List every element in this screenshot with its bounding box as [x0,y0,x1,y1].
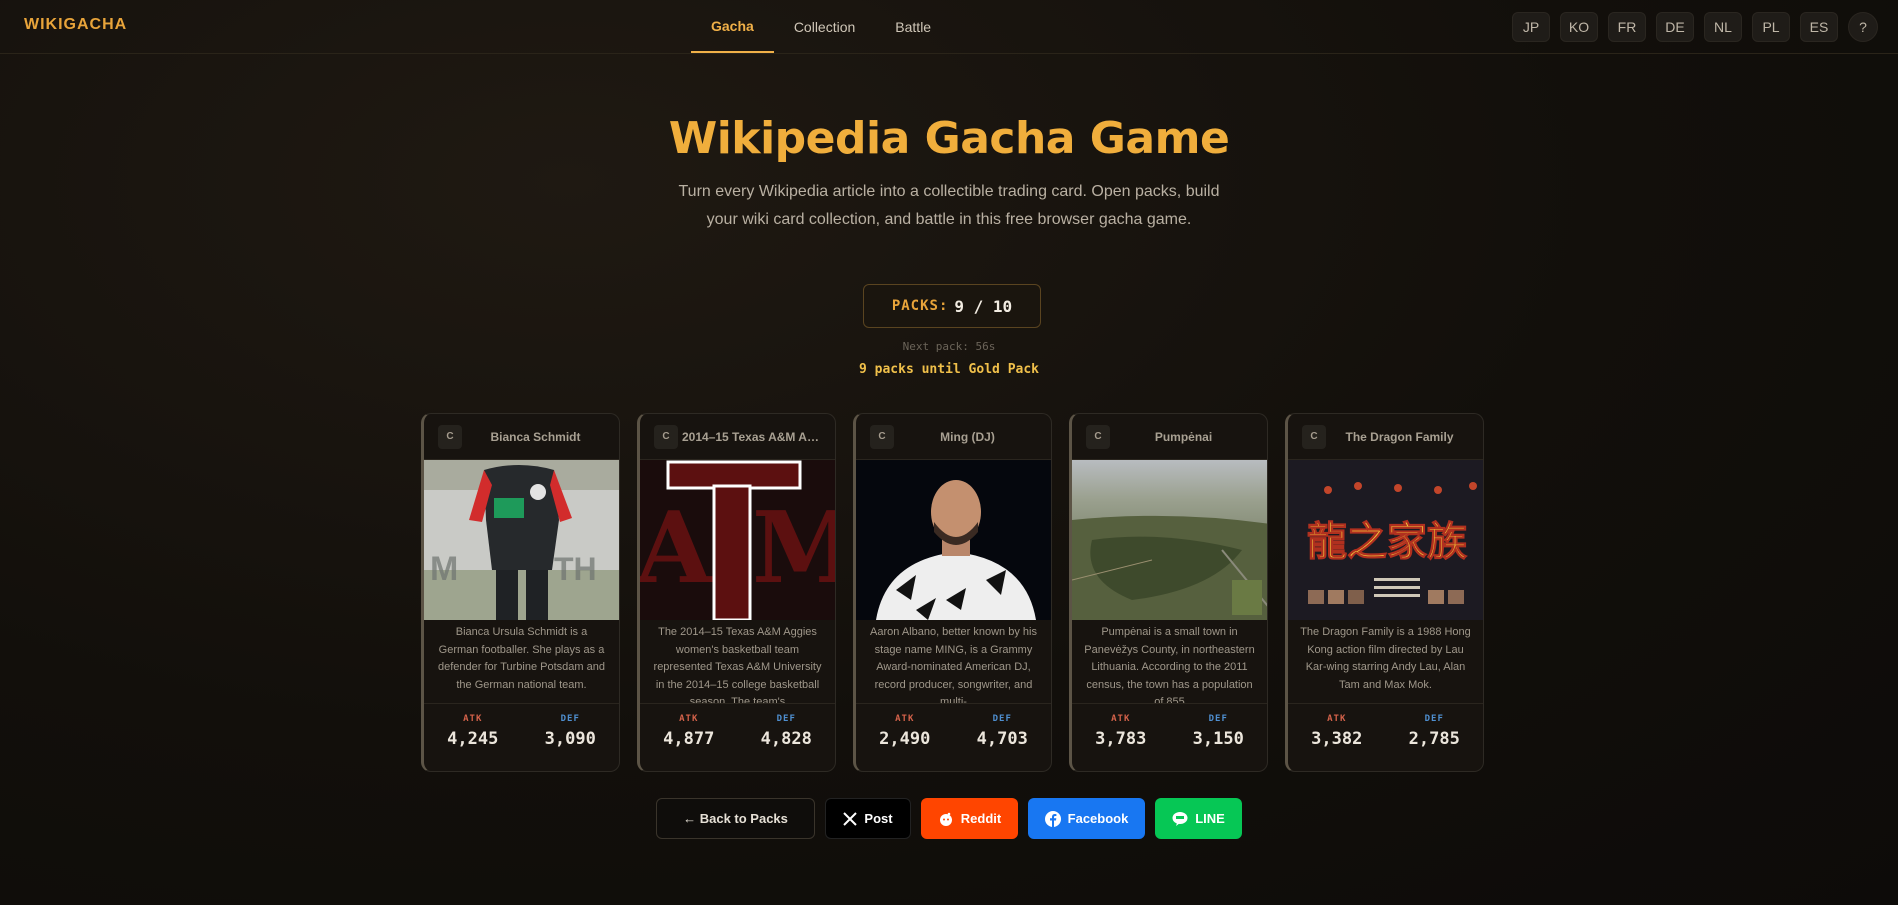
line-chat-icon [1172,811,1188,827]
svg-text:TH: TH [554,551,597,587]
atk-label: ATK [463,714,483,724]
card-pumpenai[interactable]: C Pumpėnai Pumpėnai is a small town in P… [1069,413,1268,772]
card-header: C The Dragon Family [1288,414,1483,460]
svg-text:A: A [640,491,714,606]
card-stats: ATK 3,783 DEF 3,150 [1072,704,1267,749]
tab-gacha[interactable]: Gacha [691,0,774,53]
card-row: C Bianca Schmidt M TH Bianca Ursula Schm… [421,413,1484,772]
atk-value: 2,490 [879,729,931,749]
rarity-badge: C [1086,424,1110,449]
card-image-dj-portrait [856,460,1051,620]
top-nav: WIKIGACHA Gacha Collection Battle JP KO … [0,0,1898,54]
card-description: Pumpėnai is a small town in Panevėžys Co… [1072,620,1267,704]
lang-nl-button[interactable]: NL [1704,12,1742,42]
atk-label: ATK [895,714,915,724]
lang-ko-button[interactable]: KO [1560,12,1598,42]
card-header: C 2014–15 Texas A&M Aggies women's baske… [640,414,835,460]
card-image-footballer: M TH [424,460,619,620]
card-title: The Dragon Family [1345,429,1454,444]
lang-es-button[interactable]: ES [1800,12,1838,42]
svg-text:M: M [752,491,835,606]
packs-count: 9 / 10 [954,296,1013,316]
card-description: The Dragon Family is a 1988 Hong Kong ac… [1288,620,1483,704]
tab-collection[interactable]: Collection [774,0,875,53]
card-title: 2014–15 Texas A&M Aggies women's basketb… [682,429,825,444]
atk-label: ATK [1111,714,1131,724]
card-description: Aaron Albano, better known by his stage … [856,620,1051,704]
rarity-badge: C [1302,424,1326,449]
share-line-button[interactable]: LINE [1155,798,1242,839]
page-title: Wikipedia Gacha Game [668,113,1230,164]
card-image-aerial-town [1072,460,1267,620]
card-description: The 2014–15 Texas A&M Aggies women's bas… [640,620,835,704]
rarity-badge: C [438,424,462,449]
gold-pack-countdown: 9 packs until Gold Pack [858,362,1039,377]
atk-value: 3,382 [1311,729,1363,749]
atk-label: ATK [1327,714,1347,724]
help-button[interactable]: ? [1848,12,1878,42]
x-logo-icon [843,811,858,826]
back-to-packs-button[interactable]: ← Back to Packs [656,798,815,839]
packs-label: PACKS: [891,298,949,314]
lang-pl-button[interactable]: PL [1752,12,1790,42]
card-texas-am-aggies[interactable]: C 2014–15 Texas A&M Aggies women's baske… [637,413,836,772]
share-reddit-label: Reddit [960,811,1002,826]
card-stats: ATK 3,382 DEF 2,785 [1288,704,1483,749]
card-dragon-family[interactable]: C The Dragon Family 龍之家族 The Dragon Fami… [1285,413,1484,772]
def-label: DEF [776,714,796,724]
atk-label: ATK [679,714,699,724]
card-stats: ATK 2,490 DEF 4,703 [856,704,1051,749]
def-value: 4,703 [976,729,1028,749]
def-label: DEF [1208,714,1228,724]
def-value: 2,785 [1408,729,1460,749]
def-label: DEF [560,714,580,724]
share-bar: ← Back to Packs Post Reddit Facebook LIN… [0,798,1898,839]
atk-value: 4,245 [447,729,499,749]
card-image-atm-logo: A M [640,460,835,620]
packs-counter: PACKS: 9 / 10 [863,284,1041,328]
share-facebook-label: Facebook [1067,811,1129,826]
card-header: C Ming (DJ) [856,414,1051,460]
reddit-icon [938,811,954,827]
lang-jp-button[interactable]: JP [1512,12,1550,42]
rarity-badge: C [870,424,894,449]
next-pack-timer: Next pack: 56s [902,340,996,353]
def-value: 4,828 [760,729,812,749]
card-title: Pumpėnai [1154,429,1213,444]
language-switcher: JP KO FR DE NL PL ES ? [1512,12,1878,42]
svg-text:M: M [430,550,458,588]
def-label: DEF [992,714,1012,724]
share-reddit-button[interactable]: Reddit [921,798,1018,839]
tab-battle[interactable]: Battle [875,0,951,53]
page-subtitle: Turn every Wikipedia article into a coll… [678,183,1220,228]
card-title: Bianca Schmidt [490,429,581,444]
card-stats: ATK 4,245 DEF 3,090 [424,704,619,749]
poster-title-text: 龍之家族 [1307,519,1467,565]
card-bianca-schmidt[interactable]: C Bianca Schmidt M TH Bianca Ursula Schm… [421,413,620,772]
share-x-label: Post [864,811,893,826]
facebook-icon [1044,810,1061,827]
card-header: C Pumpėnai [1072,414,1267,460]
card-image-film-poster: 龍之家族 [1288,460,1483,620]
def-label: DEF [1424,714,1444,724]
card-title: Ming (DJ) [940,429,995,444]
nav-tabs: Gacha Collection Battle [691,0,951,54]
share-x-button[interactable]: Post [825,798,911,839]
def-value: 3,090 [544,729,596,749]
share-line-label: LINE [1195,811,1225,826]
card-stats: ATK 4,877 DEF 4,828 [640,704,835,749]
card-ming-dj[interactable]: C Ming (DJ) Aaron Albano, better known b… [853,413,1052,772]
card-description: Bianca Ursula Schmidt is a German footba… [424,620,619,704]
atk-value: 4,877 [663,729,715,749]
logo[interactable]: WIKIGACHA [24,16,127,34]
card-header: C Bianca Schmidt [424,414,619,460]
lang-fr-button[interactable]: FR [1608,12,1646,42]
rarity-badge: C [654,424,678,449]
lang-de-button[interactable]: DE [1656,12,1694,42]
def-value: 3,150 [1192,729,1244,749]
share-facebook-button[interactable]: Facebook [1028,798,1145,839]
atk-value: 3,783 [1095,729,1147,749]
